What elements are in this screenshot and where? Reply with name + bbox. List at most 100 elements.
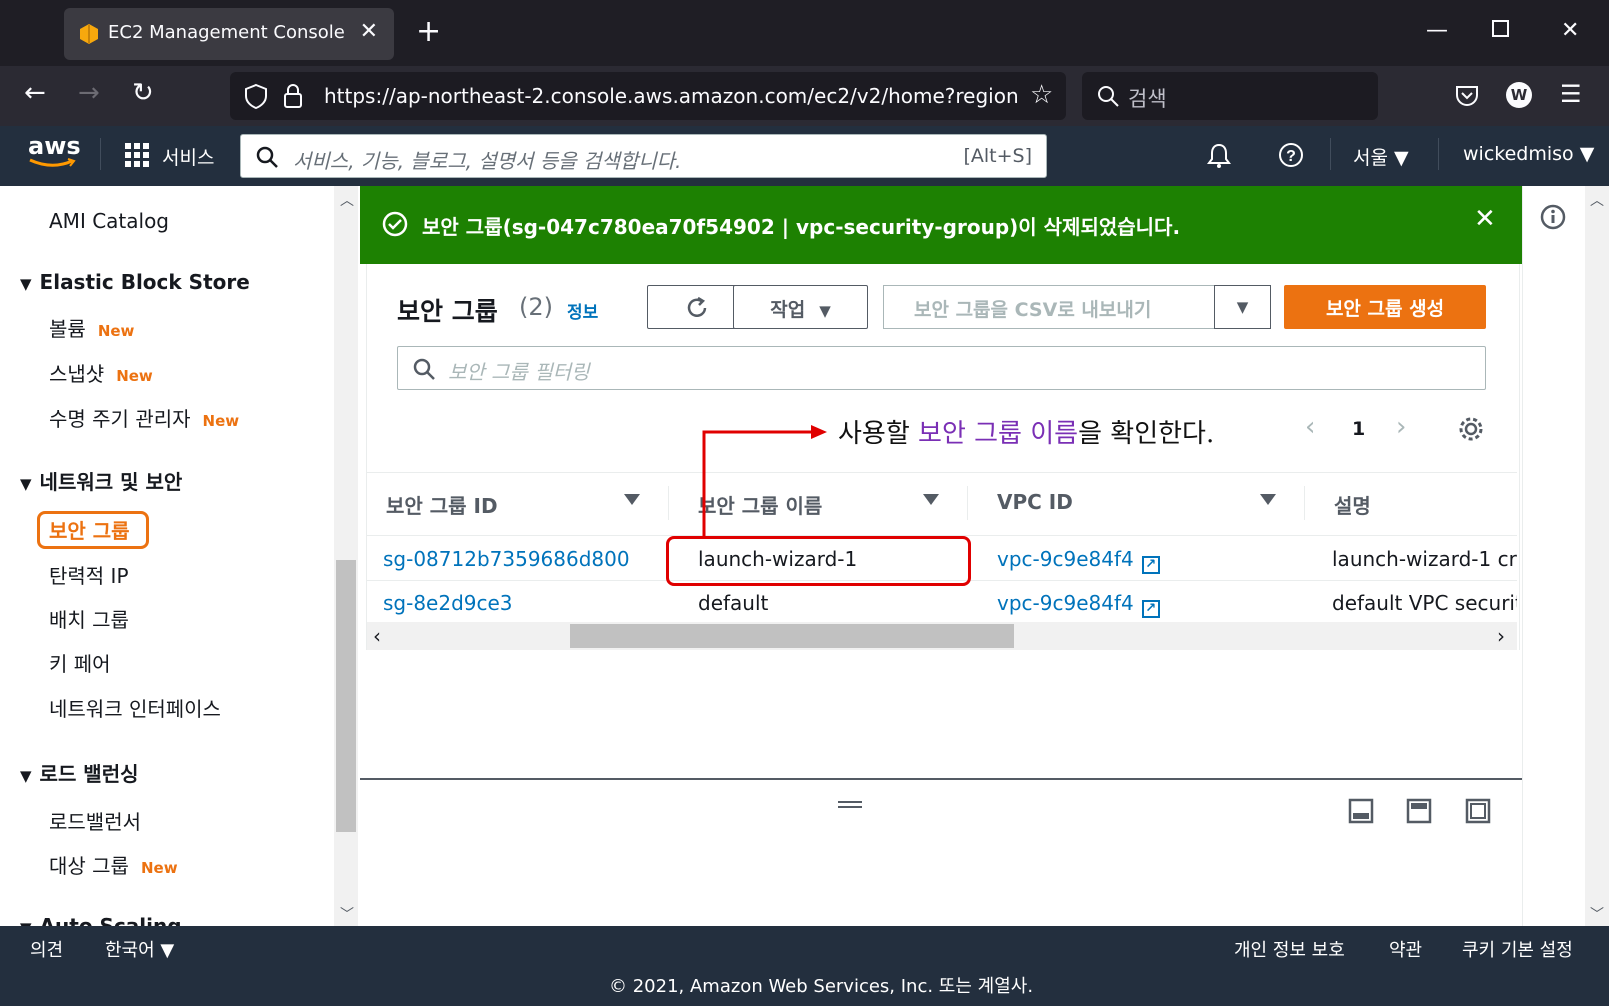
profile-avatar[interactable]: W	[1506, 82, 1532, 108]
table-settings-gear-icon[interactable]	[1458, 416, 1484, 442]
column-divider	[668, 486, 669, 520]
sidebar-item-key-pairs[interactable]: 키 페어	[49, 648, 111, 677]
aws-search-placeholder: 서비스, 기능, 블로그, 설명서 등을 검색합니다.	[293, 149, 682, 173]
annotation-text: 을 확인한다.	[1078, 419, 1215, 449]
scroll-right-icon[interactable]: ›	[1497, 624, 1505, 648]
scroll-up-icon[interactable]: ︿	[1590, 190, 1604, 210]
browser-search-field[interactable]: 검색	[1082, 72, 1378, 120]
help-icon[interactable]: ?	[1278, 142, 1304, 168]
tab-close-icon[interactable]: ✕	[360, 19, 378, 44]
bookmark-star-icon[interactable]: ☆	[1030, 80, 1053, 110]
column-divider	[1304, 486, 1305, 520]
sidebar-item-elastic-ip[interactable]: 탄력적 IP	[49, 560, 129, 589]
privacy-link[interactable]: 개인 정보 보호	[1234, 936, 1345, 962]
maximize-icon[interactable]	[1492, 20, 1509, 37]
split-bottom-icon[interactable]	[1348, 798, 1374, 824]
reload-icon[interactable]: ↻	[132, 78, 154, 108]
pocket-icon[interactable]	[1454, 84, 1480, 108]
copyright-text: © 2021, Amazon Web Services, Inc. 또는 계열사…	[609, 976, 1034, 997]
info-icon[interactable]	[1540, 204, 1566, 230]
services-grid-icon[interactable]	[125, 143, 149, 167]
security-group-id-link[interactable]: sg-08712b7359686d800	[383, 547, 630, 571]
scroll-down-icon[interactable]: ﹀	[340, 904, 354, 924]
split-full-icon[interactable]	[1465, 798, 1491, 824]
url-bar[interactable]: https://ap-northeast-2.console.aws.amazo…	[230, 72, 1066, 120]
annotation-highlight-box	[666, 536, 971, 586]
cookie-preferences-link[interactable]: 쿠키 기본 설정	[1462, 936, 1573, 962]
notifications-bell-icon[interactable]	[1206, 142, 1232, 170]
window-close-icon[interactable]: ✕	[1561, 18, 1579, 43]
vpc-id-text: vpc-9c9e84f4	[997, 547, 1134, 571]
column-header-vpc-id[interactable]: VPC ID	[997, 490, 1073, 514]
previous-page-icon[interactable]: ‹	[1305, 412, 1315, 442]
minimize-icon[interactable]: —	[1426, 18, 1448, 43]
menu-icon[interactable]: ☰	[1560, 80, 1582, 108]
sidebar-item-label: 대상 그룹	[49, 854, 129, 878]
security-group-id-link[interactable]: sg-8e2d9ce3	[383, 591, 513, 615]
split-panel-divider[interactable]	[360, 778, 1522, 780]
aws-smile-icon	[29, 158, 76, 167]
export-label: 보안 그룹을 CSV로 내보내기	[914, 299, 1152, 321]
info-link[interactable]: 정보	[567, 298, 598, 323]
shield-icon	[245, 83, 267, 109]
sort-icon[interactable]	[1260, 494, 1276, 505]
table-scroll-thumb[interactable]	[570, 624, 1014, 648]
services-menu[interactable]: 서비스	[162, 143, 214, 170]
browser-tab[interactable]: EC2 Management Console ✕	[64, 8, 394, 60]
sidebar-item-target-groups[interactable]: 대상 그룹 New	[49, 850, 178, 879]
svg-text:?: ?	[1286, 148, 1296, 165]
new-badge: New	[140, 859, 178, 877]
security-group-filter-input[interactable]: 보안 그룹 필터링	[397, 346, 1486, 390]
export-dropdown-icon[interactable]: ▼	[1214, 285, 1271, 329]
account-menu[interactable]: wickedmiso ▼	[1463, 143, 1594, 165]
sidebar-item-snapshots[interactable]: 스냅샷 New	[49, 358, 153, 387]
actions-button[interactable]: 작업 ▼	[733, 285, 868, 329]
scroll-up-icon[interactable]: ︿	[340, 190, 354, 210]
sidebar-item-volumes[interactable]: 볼륨 New	[49, 313, 134, 342]
sidebar-item-ami-catalog[interactable]: AMI Catalog	[49, 209, 169, 233]
create-security-group-button[interactable]: 보안 그룹 생성	[1284, 285, 1486, 329]
export-csv-button[interactable]: 보안 그룹을 CSV로 내보내기 ▼	[883, 285, 1271, 329]
aws-favicon-icon	[80, 24, 98, 44]
sidebar-section-network-security[interactable]: ▼ 네트워크 및 보안	[20, 466, 182, 495]
vpc-id-link[interactable]: vpc-9c9e84f4 ↗	[997, 547, 1160, 574]
sidebar-item-lifecycle-manager[interactable]: 수명 주기 관리자 New	[49, 403, 239, 432]
new-badge: New	[116, 367, 153, 385]
flash-close-icon[interactable]: ✕	[1474, 204, 1496, 234]
language-selector[interactable]: 한국어 ▼	[105, 936, 174, 962]
scroll-left-icon[interactable]: ‹	[373, 624, 381, 648]
tab-title: EC2 Management Console	[108, 22, 345, 43]
sidebar-item-placement-groups[interactable]: 배치 그룹	[49, 604, 129, 633]
terms-link[interactable]: 약관	[1389, 936, 1422, 962]
sidebar-scroll-thumb[interactable]	[336, 560, 356, 832]
feedback-link[interactable]: 의견	[30, 936, 63, 962]
sidebar-section-load-balancing[interactable]: ▼ 로드 밸런싱	[20, 758, 139, 787]
new-tab-icon[interactable]: +	[416, 14, 441, 49]
sidebar-item-security-groups[interactable]: 보안 그룹	[49, 515, 130, 544]
page-scrollbar[interactable]	[1585, 186, 1609, 926]
drag-handle-icon[interactable]	[838, 801, 862, 803]
sidebar-item-network-interfaces[interactable]: 네트워크 인터페이스	[49, 693, 221, 722]
split-side-icon[interactable]	[1406, 798, 1432, 824]
column-header-description[interactable]: 설명	[1334, 490, 1371, 519]
current-page[interactable]: 1	[1352, 418, 1365, 440]
region-selector[interactable]: 서울 ▼	[1353, 143, 1409, 170]
sidebar-section-ebs[interactable]: ▼ Elastic Block Store	[20, 270, 250, 294]
annotation-text: 사용할	[838, 419, 919, 449]
vpc-id-link[interactable]: vpc-9c9e84f4 ↗	[997, 591, 1160, 618]
sort-icon[interactable]	[923, 494, 939, 505]
aws-logo[interactable]: aws	[28, 132, 81, 167]
forward-icon[interactable]: →	[78, 78, 100, 108]
aws-search-input[interactable]: 서비스, 기능, 블로그, 설명서 등을 검색합니다. [Alt+S]	[240, 134, 1047, 178]
sort-icon[interactable]	[624, 494, 640, 505]
create-label: 보안 그룹 생성	[1325, 298, 1445, 320]
sidebar-item-load-balancers[interactable]: 로드밸런서	[49, 806, 141, 835]
scroll-down-icon[interactable]: ﹀	[1590, 904, 1604, 924]
refresh-button[interactable]	[647, 285, 746, 329]
new-badge: New	[97, 322, 135, 340]
next-page-icon[interactable]: ›	[1396, 412, 1406, 442]
column-header-id[interactable]: 보안 그룹 ID	[386, 490, 498, 519]
sidebar-section-auto-scaling[interactable]: ▼ Auto Scaling	[20, 914, 182, 926]
back-icon[interactable]: ←	[24, 78, 46, 108]
sidebar-item-label: 볼륨	[49, 317, 86, 341]
